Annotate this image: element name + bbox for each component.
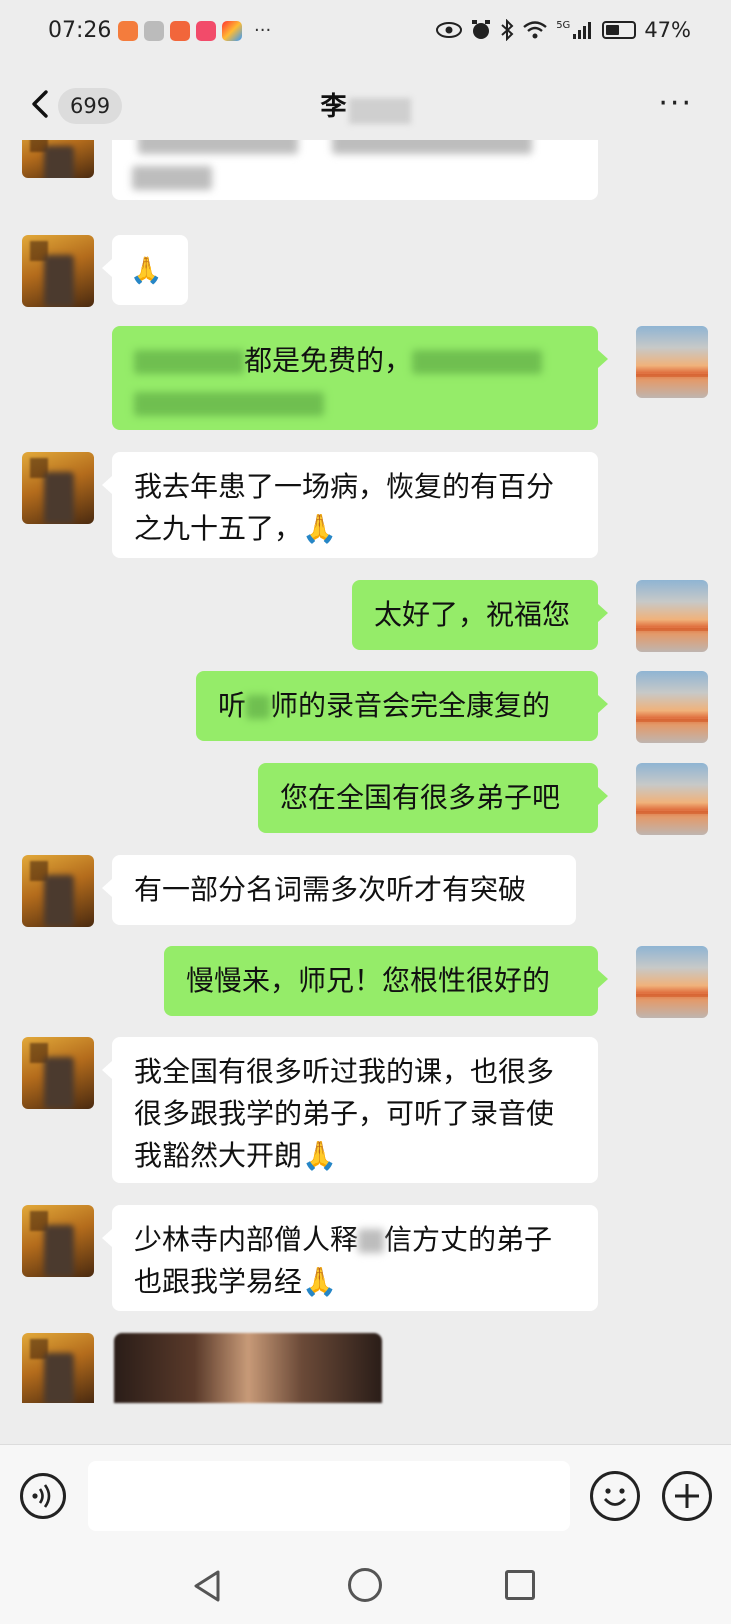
contact-avatar[interactable] (22, 235, 94, 307)
message-bubble[interactable]: 我全国有很多听过我的课，也很多很多跟我学的弟子，可听了录音使我豁然大开朗🙏 (102, 1037, 598, 1183)
nav-recents-icon[interactable] (505, 1570, 535, 1600)
message-bubble[interactable]: 听师的录音会完全康复的 (196, 671, 608, 741)
nav-home-icon[interactable] (348, 1568, 382, 1602)
message-bubble[interactable]: 太好了，祝福您 (352, 580, 608, 650)
message-bubble[interactable]: 您在全国有很多弟子吧 (258, 763, 608, 833)
plus-icon (675, 1484, 699, 1508)
more-functions-button[interactable] (662, 1471, 712, 1521)
message-text: 太好了，祝福您 (374, 598, 571, 631)
message-row: 有一部分名词需多次听才有突破 (0, 855, 731, 927)
message-list[interactable]: 🙏 都是免费的， 我去年患了一场病，恢复的有百分之九十五了，🙏 太好了，祝福您 … (0, 140, 731, 1444)
chat-header: 699 李 ··· (0, 68, 731, 140)
message-bubble[interactable]: 都是免费的， (112, 326, 608, 430)
emoji-button[interactable] (590, 1471, 640, 1521)
bluetooth-icon (501, 19, 514, 41)
redacted-name (348, 97, 411, 124)
message-text: 🙏 (130, 256, 163, 286)
alarm-icon (472, 20, 491, 39)
message-row: 少林寺内部僧人释 信方丈的弟子也跟我学易经🙏 (0, 1205, 731, 1313)
redacted-text (412, 350, 543, 374)
system-nav-bar (0, 1548, 731, 1624)
message-text: 少林寺内部僧人释 (134, 1223, 359, 1256)
smiley-icon (603, 1488, 627, 1506)
eye-icon (436, 22, 463, 38)
message-row: 🙏 (0, 235, 731, 307)
message-text: 慢慢来，师兄！您根性很好的 (186, 964, 551, 997)
wifi-icon (523, 21, 547, 39)
network-type-label: 5G (556, 19, 571, 31)
message-row: 我去年患了一场病，恢复的有百分之九十五了，🙏 (0, 452, 731, 558)
message-text: 都是免费的， (244, 344, 413, 377)
contact-avatar[interactable] (22, 1037, 94, 1109)
message-text: 我全国有很多听过我的课，也很多很多跟我学的弟子，可听了录音使我豁然大开朗🙏 (134, 1055, 555, 1172)
signal-icon (573, 22, 592, 39)
contact-avatar[interactable] (22, 452, 94, 524)
message-bubble[interactable]: 少林寺内部僧人释 信方丈的弟子也跟我学易经🙏 (102, 1205, 598, 1311)
contact-avatar[interactable] (22, 140, 94, 178)
message-bubble[interactable]: 🙏 (102, 235, 188, 305)
redacted-text (134, 350, 244, 374)
message-bubble[interactable] (112, 140, 598, 200)
app-notification-icon (222, 20, 242, 41)
redacted-text (138, 140, 298, 154)
contact-avatar[interactable] (22, 1205, 94, 1277)
message-text: 听 (218, 689, 247, 722)
redacted-text (134, 392, 324, 416)
message-text: 您在全国有很多弟子吧 (280, 781, 561, 814)
message-text: 有一部分名词需多次听才有突破 (134, 873, 527, 906)
message-row: 太好了，祝福您 (0, 580, 731, 652)
my-avatar[interactable] (636, 671, 708, 743)
app-notification-icon (170, 20, 190, 41)
message-row: 慢慢来，师兄！您根性很好的 (0, 946, 731, 1018)
message-row: 听师的录音会完全康复的 (0, 671, 731, 743)
status-bar: 07:26 ··· 5G 47% (0, 0, 731, 68)
chat-title-wrap: 李 (0, 86, 731, 124)
message-row: 您在全国有很多弟子吧 (0, 763, 731, 835)
input-bar (0, 1444, 731, 1549)
app-notification-icon (144, 20, 164, 41)
redacted-text (358, 1229, 385, 1253)
message-row (0, 140, 731, 216)
message-row: 我全国有很多听过我的课，也很多很多跟我学的弟子，可听了录音使我豁然大开朗🙏 (0, 1037, 731, 1185)
image-message[interactable] (114, 1333, 382, 1403)
message-row: 都是免费的， (0, 326, 731, 432)
voice-input-button[interactable] (20, 1473, 66, 1519)
contact-avatar[interactable] (22, 1333, 94, 1403)
battery-level (606, 25, 619, 35)
status-time: 07:26 (48, 18, 112, 43)
status-indicators: 5G 47% (436, 18, 691, 42)
battery-icon (602, 21, 637, 39)
app-notification-icon (196, 20, 216, 41)
redacted-text (246, 695, 271, 719)
notification-icons: ··· (118, 20, 271, 41)
redacted-text (332, 140, 532, 154)
app-notification-icon (118, 20, 138, 41)
more-options-button[interactable]: ··· (658, 86, 693, 121)
message-text: 我去年患了一场病，恢复的有百分之九十五了，🙏 (134, 470, 555, 545)
my-avatar[interactable] (636, 580, 708, 652)
message-input[interactable] (88, 1461, 570, 1531)
contact-avatar[interactable] (22, 855, 94, 927)
nav-back-icon[interactable] (190, 1568, 226, 1604)
more-notifications: ··· (254, 20, 272, 41)
chat-title: 李 (320, 92, 347, 122)
redacted-text (132, 166, 212, 190)
battery-percent: 47% (644, 18, 691, 42)
message-bubble[interactable]: 我去年患了一场病，恢复的有百分之九十五了，🙏 (102, 452, 598, 558)
my-avatar[interactable] (636, 326, 708, 398)
voice-icon (32, 1484, 51, 1508)
message-bubble[interactable]: 有一部分名词需多次听才有突破 (102, 855, 576, 925)
message-row (0, 1333, 731, 1403)
my-avatar[interactable] (636, 946, 708, 1018)
my-avatar[interactable] (636, 763, 708, 835)
message-bubble[interactable]: 慢慢来，师兄！您根性很好的 (164, 946, 608, 1016)
message-text: 师的录音会完全康复的 (270, 689, 551, 722)
